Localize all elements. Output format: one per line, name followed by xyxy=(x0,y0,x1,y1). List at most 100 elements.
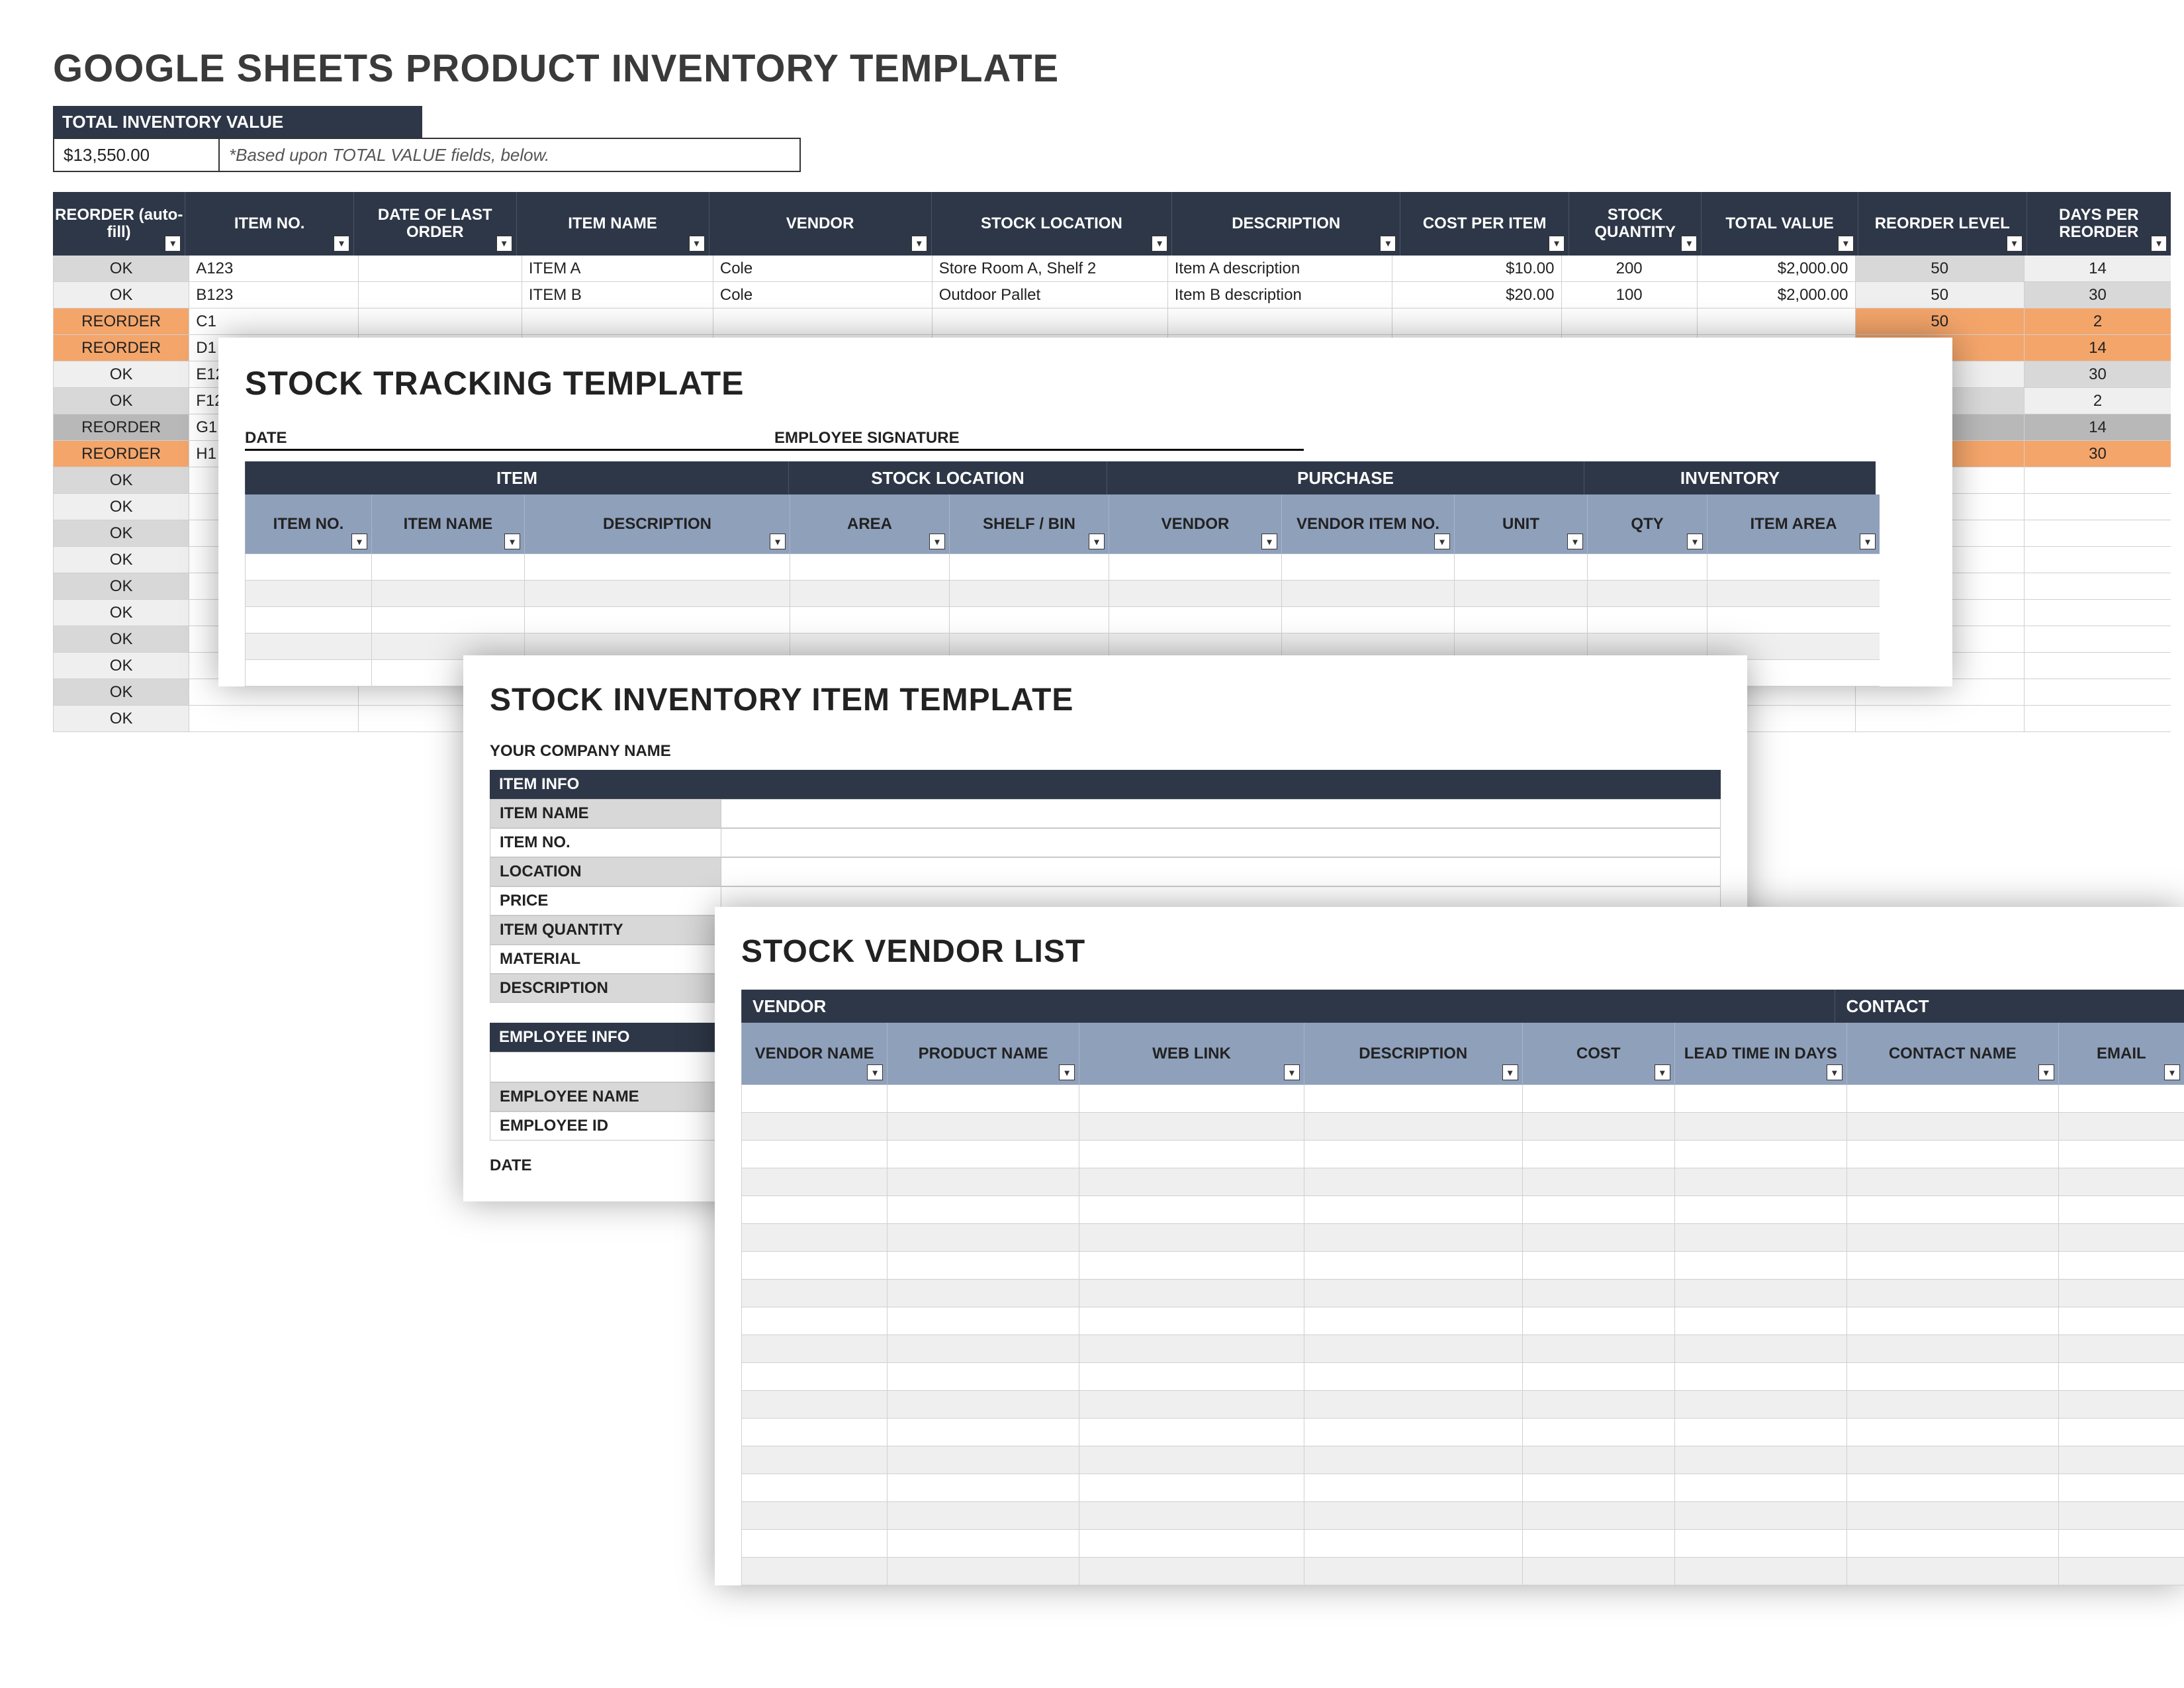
track-cell[interactable] xyxy=(1454,607,1587,633)
dropdown-icon[interactable]: ▾ xyxy=(911,236,927,252)
vendor-cell[interactable] xyxy=(2058,1224,2184,1252)
vendor-cell[interactable] xyxy=(1522,1252,1674,1280)
vendor-cell[interactable] xyxy=(1079,1502,1304,1530)
track-cell[interactable] xyxy=(1281,607,1454,633)
vendor-cell[interactable] xyxy=(2058,1391,2184,1419)
vendor-cell[interactable] xyxy=(1674,1558,1846,1585)
vendor-cell[interactable] xyxy=(1674,1168,1846,1196)
vendor-cell[interactable] xyxy=(887,1085,1079,1113)
vendor-cell[interactable] xyxy=(1674,1224,1846,1252)
vendor-cell[interactable] xyxy=(887,1168,1079,1196)
inv-col-header[interactable]: DESCRIPTION▾ xyxy=(1171,192,1400,256)
track-cell[interactable] xyxy=(1707,554,1880,581)
vendor-sub-header[interactable]: PRODUCT NAME▾ xyxy=(887,1023,1079,1085)
vendor-cell[interactable] xyxy=(887,1474,1079,1502)
vendor-cell[interactable] xyxy=(1304,1446,1522,1474)
track-cell[interactable] xyxy=(1587,581,1707,607)
vendor-cell[interactable] xyxy=(1304,1280,1522,1307)
inventory-cell[interactable]: 30 xyxy=(2024,282,2171,308)
inventory-cell[interactable] xyxy=(2024,573,2171,600)
vendor-cell[interactable] xyxy=(1079,1085,1304,1113)
vendor-cell[interactable] xyxy=(1304,1085,1522,1113)
track-sub-header[interactable]: SHELF / BIN▾ xyxy=(949,494,1109,554)
inventory-cell[interactable] xyxy=(2024,467,2171,494)
inventory-cell[interactable]: B123 xyxy=(189,282,358,308)
track-sub-header[interactable]: AREA▾ xyxy=(790,494,949,554)
inventory-cell[interactable] xyxy=(713,308,932,335)
vendor-cell[interactable] xyxy=(887,1224,1079,1252)
vendor-cell[interactable] xyxy=(2058,1196,2184,1224)
dropdown-icon[interactable]: ▾ xyxy=(334,236,349,252)
inv-col-header[interactable]: TOTAL VALUE▾ xyxy=(1701,192,1858,256)
vendor-cell[interactable] xyxy=(887,1280,1079,1307)
inventory-cell[interactable] xyxy=(2024,520,2171,547)
dropdown-icon[interactable]: ▾ xyxy=(351,534,367,549)
inventory-cell[interactable] xyxy=(358,282,522,308)
vendor-cell[interactable] xyxy=(1846,1252,2058,1280)
vendor-cell[interactable] xyxy=(741,1502,887,1530)
vendor-cell[interactable] xyxy=(2058,1307,2184,1335)
inv-col-header[interactable]: DAYS PER REORDER▾ xyxy=(2026,192,2171,256)
dropdown-icon[interactable]: ▾ xyxy=(1687,534,1703,549)
inventory-cell[interactable]: OK xyxy=(53,494,189,520)
inventory-row[interactable]: REORDERC1502 xyxy=(53,308,2171,335)
inventory-cell[interactable]: Item A description xyxy=(1167,256,1392,282)
inventory-row[interactable]: OKB123ITEM BColeOutdoor PalletItem B des… xyxy=(53,282,2171,308)
inventory-cell[interactable]: REORDER xyxy=(53,414,189,441)
inventory-cell[interactable] xyxy=(2024,653,2171,679)
vendor-row[interactable] xyxy=(741,1558,2184,1585)
inventory-cell[interactable]: 2 xyxy=(2024,308,2171,335)
vendor-cell[interactable] xyxy=(1079,1252,1304,1280)
inv-col-header[interactable]: ITEM NAME▾ xyxy=(516,192,709,256)
inventory-cell[interactable]: ITEM B xyxy=(522,282,713,308)
inventory-cell[interactable]: REORDER xyxy=(53,441,189,467)
inventory-cell[interactable]: OK xyxy=(53,573,189,600)
vendor-cell[interactable] xyxy=(1304,1113,1522,1141)
inventory-cell[interactable]: 30 xyxy=(2024,441,2171,467)
vendor-cell[interactable] xyxy=(1304,1419,1522,1446)
vendor-cell[interactable] xyxy=(1846,1335,2058,1363)
vendor-cell[interactable] xyxy=(887,1502,1079,1530)
vendor-cell[interactable] xyxy=(1674,1085,1846,1113)
vendor-row[interactable] xyxy=(741,1474,2184,1502)
inventory-cell[interactable]: 100 xyxy=(1561,282,1697,308)
vendor-cell[interactable] xyxy=(1522,1558,1674,1585)
vendor-sub-header[interactable]: CONTACT NAME▾ xyxy=(1846,1023,2058,1085)
vendor-row[interactable] xyxy=(741,1419,2184,1446)
vendor-row[interactable] xyxy=(741,1085,2184,1113)
vendor-cell[interactable] xyxy=(1522,1224,1674,1252)
inventory-cell[interactable]: REORDER xyxy=(53,335,189,361)
inventory-cell[interactable]: OK xyxy=(53,282,189,308)
vendor-cell[interactable] xyxy=(1674,1141,1846,1168)
inventory-cell[interactable]: OK xyxy=(53,520,189,547)
inventory-cell[interactable]: $10.00 xyxy=(1392,256,1561,282)
vendor-cell[interactable] xyxy=(887,1446,1079,1474)
vendor-cell[interactable] xyxy=(1522,1196,1674,1224)
track-sub-header[interactable]: QTY▾ xyxy=(1587,494,1707,554)
vendor-sub-header[interactable]: EMAIL▾ xyxy=(2058,1023,2184,1085)
vendor-cell[interactable] xyxy=(2058,1502,2184,1530)
vendor-cell[interactable] xyxy=(1674,1335,1846,1363)
vendor-cell[interactable] xyxy=(1522,1474,1674,1502)
vendor-cell[interactable] xyxy=(887,1363,1079,1391)
vendor-cell[interactable] xyxy=(2058,1168,2184,1196)
vendor-cell[interactable] xyxy=(1522,1280,1674,1307)
track-cell[interactable] xyxy=(1109,581,1281,607)
vendor-cell[interactable] xyxy=(1846,1391,2058,1419)
vendor-cell[interactable] xyxy=(1674,1196,1846,1224)
vendor-cell[interactable] xyxy=(741,1196,887,1224)
vendor-cell[interactable] xyxy=(1674,1419,1846,1446)
vendor-cell[interactable] xyxy=(1522,1307,1674,1335)
track-sub-header[interactable]: DESCRIPTION▾ xyxy=(524,494,790,554)
vendor-cell[interactable] xyxy=(741,1530,887,1558)
inventory-cell[interactable] xyxy=(2024,706,2171,732)
inventory-cell[interactable]: Item B description xyxy=(1167,282,1392,308)
vendor-cell[interactable] xyxy=(1522,1391,1674,1419)
track-cell[interactable] xyxy=(245,660,371,686)
vendor-cell[interactable] xyxy=(887,1335,1079,1363)
track-cell[interactable] xyxy=(790,607,949,633)
inventory-cell[interactable]: 200 xyxy=(1561,256,1697,282)
vendor-cell[interactable] xyxy=(1522,1363,1674,1391)
inv-col-header[interactable]: DATE OF LAST ORDER▾ xyxy=(353,192,516,256)
vendor-cell[interactable] xyxy=(1846,1363,2058,1391)
